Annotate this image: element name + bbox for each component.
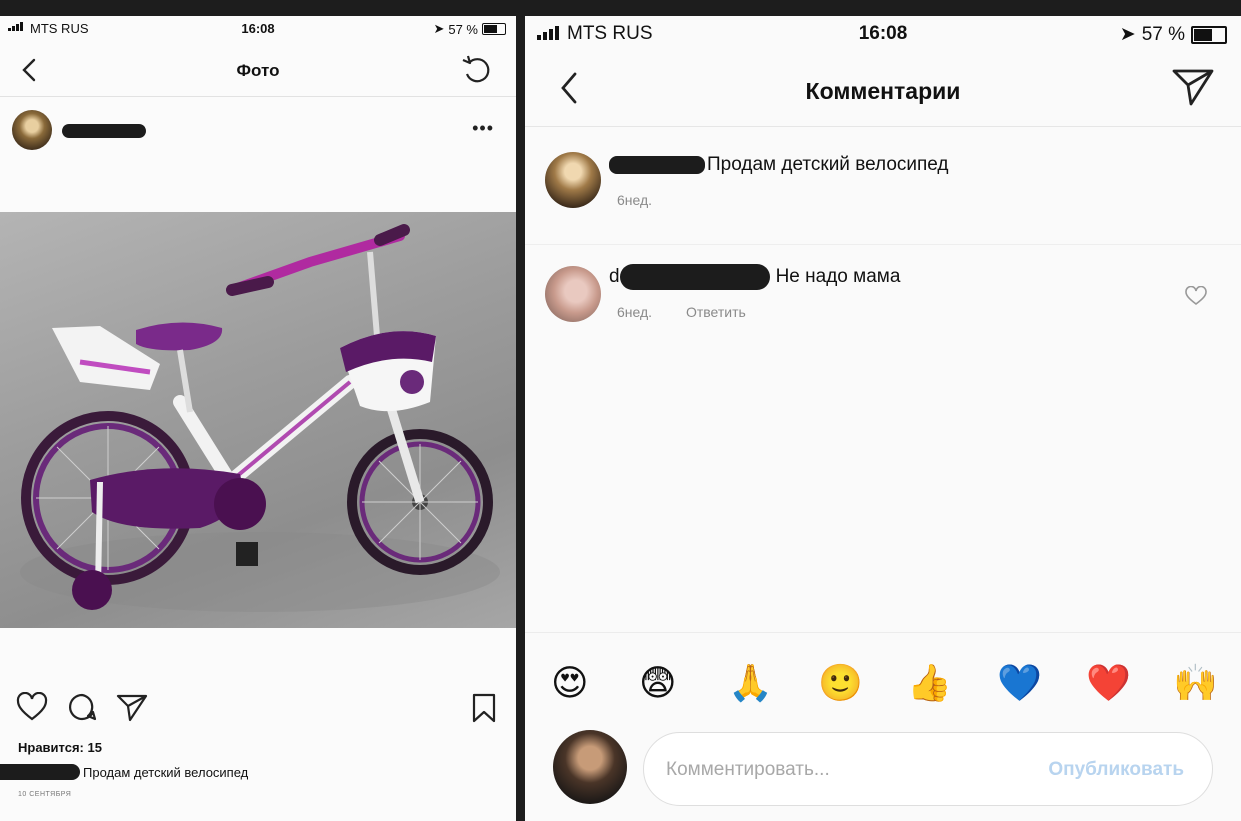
- location-icon: ➤: [433, 21, 445, 36]
- commenter-name-redacted[interactable]: [609, 156, 705, 174]
- commenter-avatar[interactable]: [545, 266, 601, 322]
- comment-input[interactable]: Комментировать... Опубликовать: [643, 732, 1213, 806]
- comment-like-heart-icon[interactable]: [1185, 286, 1207, 306]
- emoji-red-heart[interactable]: ❤️: [1086, 663, 1131, 703]
- bicycle-image: [20, 224, 500, 612]
- commenter-name-initial[interactable]: d: [609, 266, 620, 288]
- comment-item: Продам детский велосипед 6нед.: [525, 134, 1241, 245]
- emoji-raised-hands[interactable]: 🙌: [1173, 663, 1218, 703]
- comments-screen: MTS RUS 16:08 ➤ 57 % Комментарии Продам …: [525, 16, 1241, 821]
- post-actions: [0, 688, 516, 728]
- commenter-avatar[interactable]: [545, 152, 601, 208]
- emoji-pray[interactable]: 🙏: [728, 663, 773, 703]
- post-header: •••: [0, 106, 516, 154]
- comment-time: 6нед.: [617, 192, 653, 208]
- comment-composer: Комментировать... Опубликовать: [525, 728, 1241, 821]
- caption-text: Продам детский велосипед: [83, 764, 249, 780]
- likes-count[interactable]: Нравится: 15: [18, 740, 102, 755]
- status-bar: MTS RUS 16:08 ➤ 57 %: [0, 16, 516, 42]
- post-caption: Продам детский велосипед: [0, 764, 248, 780]
- emoji-quick-bar: 😍 😨 🙏 🙂 👍 💙 ❤️ 🙌: [525, 632, 1241, 729]
- status-bar: MTS RUS 16:08 ➤ 57 %: [525, 16, 1241, 50]
- emoji-smile[interactable]: 🙂: [818, 663, 863, 703]
- screen-divider: [516, 0, 525, 821]
- emoji-blue-heart[interactable]: 💙: [997, 663, 1042, 703]
- comment-text: Продам детский велосипед: [707, 154, 949, 175]
- author-avatar[interactable]: [12, 110, 52, 150]
- comment-time: 6нед.: [617, 304, 653, 320]
- comment-item: d Не надо мама 6нед. Ответить: [525, 252, 1241, 362]
- battery-percent: 57 %: [448, 21, 478, 37]
- author-name-redacted[interactable]: [62, 124, 146, 138]
- nav-bar: Фото: [0, 44, 516, 97]
- battery-icon: [1191, 25, 1227, 44]
- page-title: Комментарии: [805, 78, 961, 104]
- more-options-icon[interactable]: •••: [472, 118, 494, 139]
- post-photo[interactable]: [0, 212, 516, 628]
- page-title: Фото: [236, 61, 280, 80]
- battery-percent: 57 %: [1141, 23, 1185, 45]
- share-send-icon[interactable]: [116, 692, 148, 722]
- post-date: 10 СЕНТЯБРЯ: [18, 791, 72, 798]
- emoji-thumbs-up[interactable]: 👍: [907, 663, 952, 703]
- like-heart-icon[interactable]: [16, 692, 48, 722]
- reply-button[interactable]: Ответить: [686, 304, 746, 320]
- emoji-heart-eyes[interactable]: 😍: [551, 663, 589, 703]
- direct-send-icon[interactable]: [1171, 66, 1215, 108]
- emoji-fearful[interactable]: 😨: [639, 663, 677, 703]
- comment-icon[interactable]: [66, 692, 98, 722]
- nav-bar: Комментарии: [525, 54, 1241, 127]
- publish-button[interactable]: Опубликовать: [1048, 759, 1184, 781]
- top-strip: [0, 0, 1241, 16]
- refresh-icon[interactable]: [460, 54, 494, 86]
- bookmark-icon[interactable]: [470, 692, 498, 724]
- location-icon: ➤: [1119, 24, 1136, 45]
- battery-icon: [482, 23, 506, 35]
- comment-input-placeholder[interactable]: Комментировать...: [666, 759, 830, 781]
- comment-text: Не надо мама: [775, 266, 901, 287]
- my-avatar: [553, 730, 627, 804]
- caption-author-redacted[interactable]: [0, 764, 80, 780]
- commenter-name-redacted[interactable]: [619, 264, 770, 290]
- photo-screen: MTS RUS 16:08 ➤ 57 % Фото ••• Нравится: …: [0, 16, 516, 821]
